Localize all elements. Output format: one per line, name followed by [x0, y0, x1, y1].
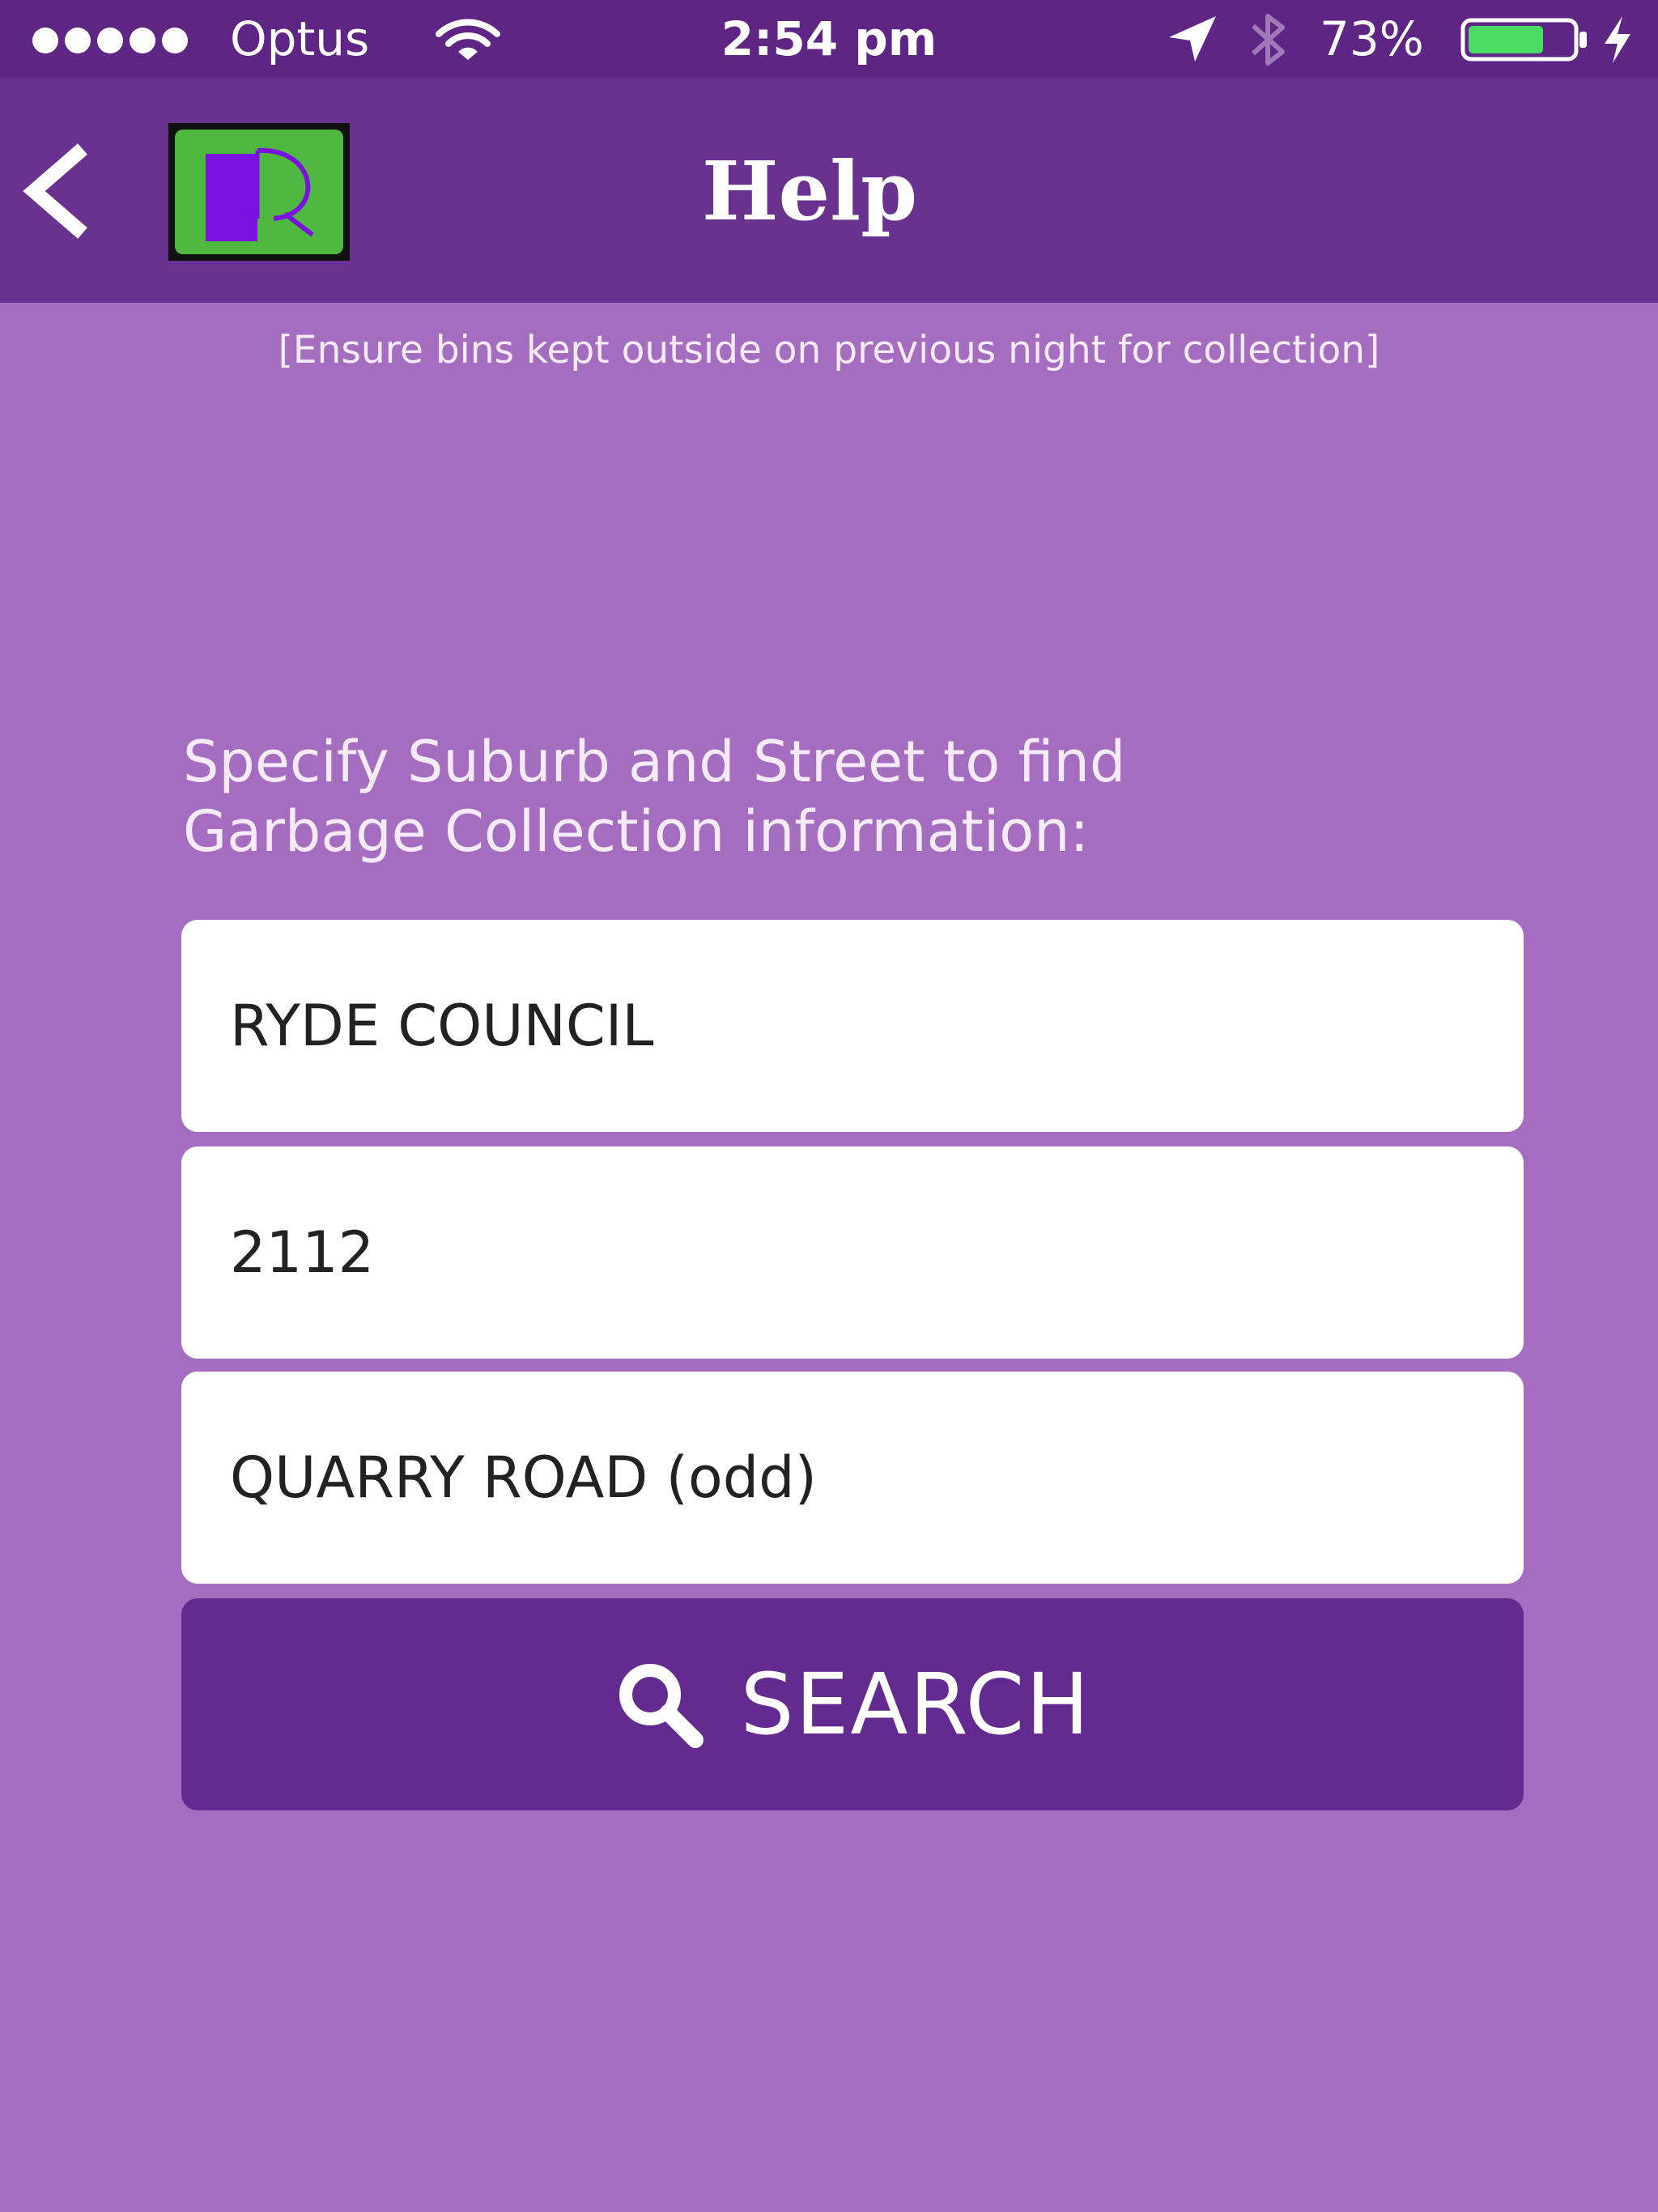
bluetooth-icon [1252, 14, 1285, 66]
search-button-label: SEARCH [740, 1655, 1091, 1754]
page-title: Help [701, 143, 917, 239]
location-arrow-icon [1169, 16, 1216, 62]
search-button[interactable]: SEARCH [181, 1598, 1524, 1810]
council-field[interactable]: RYDE COUNCIL [181, 920, 1524, 1132]
collection-notice: [Ensure bins kept outside on previous ni… [278, 328, 1380, 372]
status-bar: Optus 2:54 pm 73% [0, 0, 1658, 78]
postcode-field[interactable]: 2112 [181, 1146, 1524, 1359]
search-icon [619, 1664, 704, 1748]
battery-icon [1460, 18, 1587, 62]
navigation-bar: Help [0, 78, 1658, 303]
street-field[interactable]: QUARRY ROAD (odd) [181, 1372, 1524, 1584]
charging-bolt-icon [1605, 16, 1630, 63]
instructions-text: Specify Suburb and Street to find Garbag… [183, 729, 1126, 865]
battery-percent: 73% [1320, 11, 1424, 66]
